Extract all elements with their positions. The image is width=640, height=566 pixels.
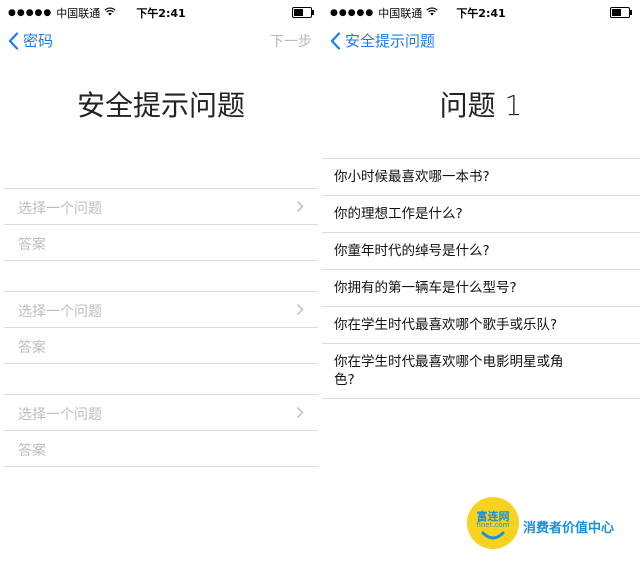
question-text: 你在学生时代最喜欢哪个电影明星或角色? <box>334 354 564 388</box>
select-question-row[interactable]: 选择一个问题 <box>4 291 318 327</box>
status-time: 下午2:41 <box>136 7 186 20</box>
watermark: 富连网 flnet.com 消费者价值中心 <box>467 497 629 555</box>
question-placeholder: 选择一个问题 <box>18 201 102 217</box>
nav-bar: 安全提示问题 <box>322 26 640 56</box>
answer-field[interactable]: 答案 <box>4 327 318 364</box>
back-button[interactable]: 安全提示问题 <box>330 30 435 51</box>
question-picker-screen: ●●●●● 中国联通 下午2:41 安全提示问题 问题 1 你小时候最喜欢哪一本… <box>322 0 640 566</box>
question-text: 你小时候最喜欢哪一本书? <box>334 169 490 185</box>
question-group-2: 选择一个问题 答案 <box>4 291 318 364</box>
battery-icon <box>292 7 314 18</box>
question-text: 你在学生时代最喜欢哪个歌手或乐队? <box>334 317 558 333</box>
status-bar: ●●●●● 中国联通 下午2:41 <box>322 0 640 24</box>
answer-field[interactable]: 答案 <box>4 430 318 467</box>
select-question-row[interactable]: 选择一个问题 <box>4 188 318 224</box>
status-bar: ●●●●● 中国联通 下午2:41 <box>0 0 322 24</box>
answer-placeholder: 答案 <box>18 340 46 356</box>
back-button-label: 密码 <box>23 32 54 50</box>
list-item[interactable]: 你在学生时代最喜欢哪个歌手或乐队? <box>322 307 640 344</box>
question-placeholder: 选择一个问题 <box>18 407 102 423</box>
list-item[interactable]: 你小时候最喜欢哪一本书? <box>322 159 640 196</box>
question-text: 你拥有的第一辆车是什么型号? <box>334 280 517 296</box>
status-time: 下午2:41 <box>456 7 506 20</box>
chevron-left-icon <box>8 31 19 50</box>
security-questions-screen: ●●●●● 中国联通 下午2:41 密码 下一步 安全提示问题 选择一个问题 答… <box>0 0 322 566</box>
nav-bar: 密码 下一步 <box>0 26 322 56</box>
question-list: 你小时候最喜欢哪一本书? 你的理想工作是什么? 你童年时代的绰号是什么? 你拥有… <box>322 158 640 399</box>
answer-placeholder: 答案 <box>18 443 46 459</box>
list-item[interactable]: 你童年时代的绰号是什么? <box>322 233 640 270</box>
chevron-right-icon <box>296 200 304 213</box>
battery-icon <box>610 7 632 18</box>
list-item[interactable]: 你拥有的第一辆车是什么型号? <box>322 270 640 307</box>
question-placeholder: 选择一个问题 <box>18 304 102 320</box>
page-title: 安全提示问题 <box>76 89 245 122</box>
watermark-domain: flnet.com <box>476 521 510 529</box>
question-group-1: 选择一个问题 答案 <box>4 188 318 261</box>
page-title: 问题 1 <box>439 89 523 122</box>
question-group-3: 选择一个问题 答案 <box>4 394 318 467</box>
chevron-right-icon <box>296 406 304 419</box>
smile-icon <box>481 531 505 540</box>
chevron-right-icon <box>296 303 304 316</box>
question-text: 你童年时代的绰号是什么? <box>334 243 490 259</box>
back-button[interactable]: 密码 <box>8 30 53 51</box>
watermark-slogan: 消费者价值中心 <box>523 521 615 536</box>
list-item[interactable]: 你在学生时代最喜欢哪个电影明星或角色? <box>322 344 640 399</box>
next-button[interactable]: 下一步 <box>270 31 312 51</box>
list-item[interactable]: 你的理想工作是什么? <box>322 196 640 233</box>
question-text: 你的理想工作是什么? <box>334 206 463 222</box>
chevron-left-icon <box>330 31 341 50</box>
back-button-label: 安全提示问题 <box>345 32 436 50</box>
select-question-row[interactable]: 选择一个问题 <box>4 394 318 430</box>
answer-field[interactable]: 答案 <box>4 224 318 261</box>
watermark-logo: 富连网 flnet.com <box>467 497 519 549</box>
answer-placeholder: 答案 <box>18 237 46 253</box>
